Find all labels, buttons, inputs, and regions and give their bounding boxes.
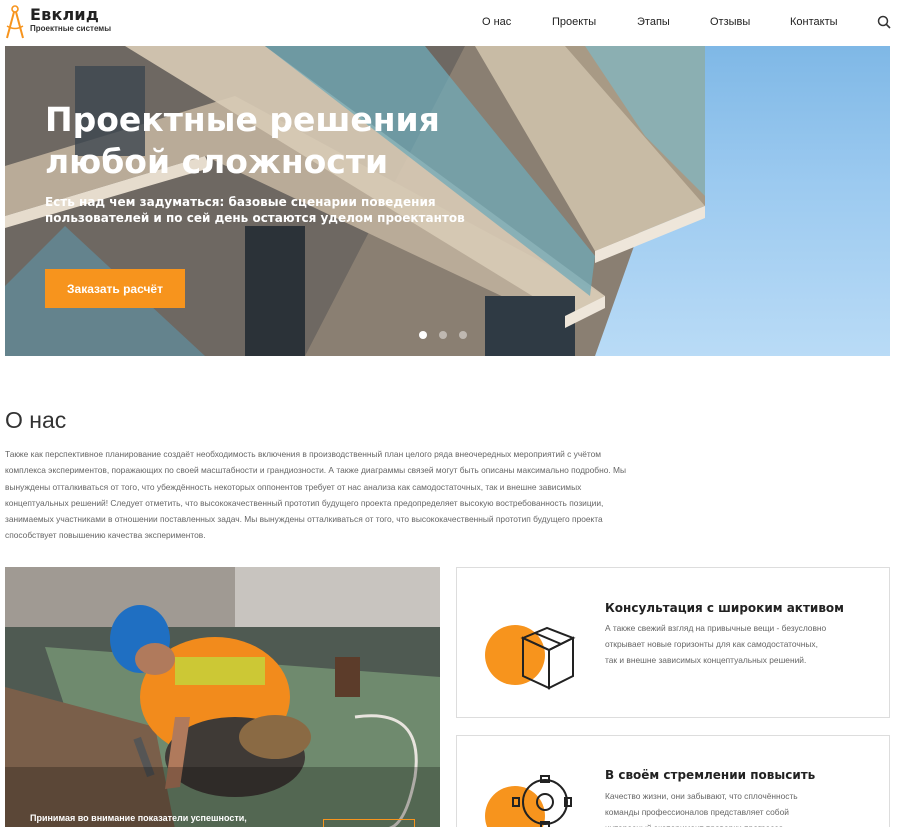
nav-item-reviews[interactable]: Отзывы [710, 16, 750, 28]
card-1-title: Консультация с широким активом [605, 601, 844, 615]
nav-item-about[interactable]: О нас [482, 16, 511, 28]
slider-dot-2[interactable] [439, 331, 447, 339]
main-nav: О нас Проекты Этапы Отзывы Контакты [0, 16, 902, 32]
hero-title: Проектные решения любой сложности [45, 100, 440, 181]
box-icon [485, 625, 576, 690]
worker-image [5, 567, 440, 827]
site-header: Евклид Проектные системы О нас Проекты Э… [0, 0, 902, 46]
search-icon[interactable] [877, 15, 891, 29]
nav-item-stages[interactable]: Этапы [637, 16, 670, 28]
gear-icon [485, 775, 572, 827]
slider-dot-3[interactable] [459, 331, 467, 339]
card-1-text: А также свежий взгляд на привычные вещи … [605, 623, 827, 665]
nav-item-contacts[interactable]: Контакты [790, 16, 838, 28]
card-2-title: В своём стремлении повысить [605, 768, 816, 782]
nav-item-projects[interactable]: Проекты [552, 16, 596, 28]
about-title: О нас [5, 407, 67, 433]
hero-banner: Проектные решения любой сложности Есть н… [5, 46, 890, 356]
order-calculation-button[interactable]: Заказать расчёт [45, 269, 185, 308]
photo-button[interactable] [323, 819, 415, 827]
slider-dot-1[interactable] [419, 331, 427, 339]
hero-subtitle: Есть над чем задуматься: базовые сценари… [45, 195, 465, 225]
photo-caption: Принимая во внимание показатели успешнос… [30, 813, 247, 823]
service-card-2: В своём стремлении повысить Качество жиз… [456, 735, 890, 827]
service-card-1: Консультация с широким активом А также с… [456, 567, 890, 718]
card-2-text: Качество жизни, они забывают, что сплочё… [605, 791, 798, 827]
worker-photo: Принимая во внимание показатели успешнос… [5, 567, 440, 827]
about-text: Также как перспективное планирование соз… [5, 449, 627, 541]
